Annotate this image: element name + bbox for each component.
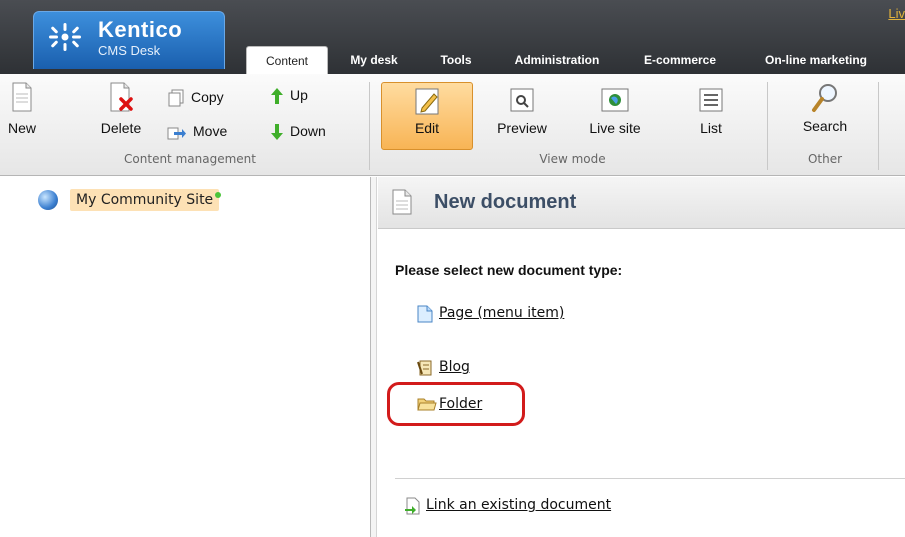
down-button[interactable]: Down: [270, 120, 326, 142]
new-document-icon: [12, 82, 32, 112]
new-label: New: [7, 120, 36, 136]
live-site-icon: [601, 88, 629, 112]
divider: [395, 478, 905, 479]
document-icon: [392, 189, 412, 215]
cms-desk-window: Kentico CMS Desk Liv Content My desk Too…: [0, 0, 905, 537]
tab-tools[interactable]: Tools: [428, 46, 484, 74]
toolbar-separator: [878, 82, 879, 170]
online-status-dot: [215, 192, 222, 198]
search-label: Search: [802, 118, 848, 134]
tab-e-commerce[interactable]: E-commerce: [630, 46, 730, 74]
group-label-content-management: Content management: [124, 152, 256, 166]
down-label: Down: [290, 123, 326, 139]
search-button[interactable]: Search: [790, 82, 860, 134]
toolbar-separator: [767, 82, 768, 170]
list-icon: [699, 88, 723, 112]
copy-button[interactable]: Copy: [167, 86, 224, 108]
live-site-label: Live site: [589, 120, 641, 136]
folder-highlight-ring: [387, 382, 525, 426]
live-site-button[interactable]: Live site: [578, 86, 652, 136]
site-name: My Community Site: [76, 192, 214, 208]
page-title: New document: [434, 191, 577, 213]
tree-node-label[interactable]: My Community Site: [70, 189, 222, 211]
edit-icon: [415, 88, 439, 115]
preview-button[interactable]: Preview: [486, 86, 558, 136]
doc-type-label: Page (menu item): [439, 305, 565, 321]
blog-icon: [417, 360, 432, 376]
logo-title: Kentico: [98, 17, 183, 42]
pane-splitter[interactable]: [370, 177, 377, 537]
move-icon: [167, 127, 186, 140]
list-label: List: [700, 120, 722, 136]
preview-label: Preview: [497, 120, 547, 136]
up-label: Up: [290, 87, 308, 103]
new-button[interactable]: New: [0, 82, 44, 136]
content-tree: My Community Site: [0, 177, 370, 537]
arrow-down-icon: [271, 124, 283, 141]
edit-label: Edit: [414, 120, 440, 136]
copy-label: Copy: [191, 89, 224, 105]
search-icon: [812, 84, 837, 112]
up-button[interactable]: Up: [270, 84, 308, 106]
list-button[interactable]: List: [684, 86, 738, 136]
delete-document-icon: [110, 82, 133, 112]
main-tabs: Content My desk Tools Administration E-c…: [0, 46, 905, 76]
top-header: Kentico CMS Desk Liv Content My desk Too…: [0, 0, 905, 76]
copy-icon: [168, 89, 184, 107]
move-label: Move: [193, 123, 228, 139]
page-icon: [417, 305, 433, 323]
edit-button[interactable]: Edit: [381, 86, 473, 136]
delete-button[interactable]: Delete: [94, 82, 148, 136]
group-label-view-mode: View mode: [539, 152, 606, 166]
delete-label: Delete: [100, 120, 142, 136]
tab-on-line-marketing[interactable]: On-line marketing: [746, 46, 886, 74]
live-site-link[interactable]: Liv: [888, 6, 905, 21]
doc-type-prompt: Please select new document type:: [395, 262, 623, 278]
link-existing-label: Link an existing document: [426, 497, 612, 513]
link-document-icon: [405, 497, 420, 515]
group-label-other: Other: [807, 152, 843, 166]
move-button[interactable]: Move: [167, 120, 227, 142]
doc-type-label: Blog: [439, 359, 470, 375]
tab-my-desk[interactable]: My desk: [338, 46, 410, 74]
globe-icon: [38, 190, 58, 210]
tab-administration[interactable]: Administration: [498, 46, 616, 74]
tab-content[interactable]: Content: [246, 46, 328, 76]
ribbon-toolbar: New Delete Copy Move Up Down Content man…: [0, 74, 905, 176]
arrow-up-icon: [271, 88, 283, 105]
toolbar-separator: [369, 82, 370, 170]
panel-header: New document: [378, 177, 905, 229]
preview-icon: [510, 88, 534, 112]
